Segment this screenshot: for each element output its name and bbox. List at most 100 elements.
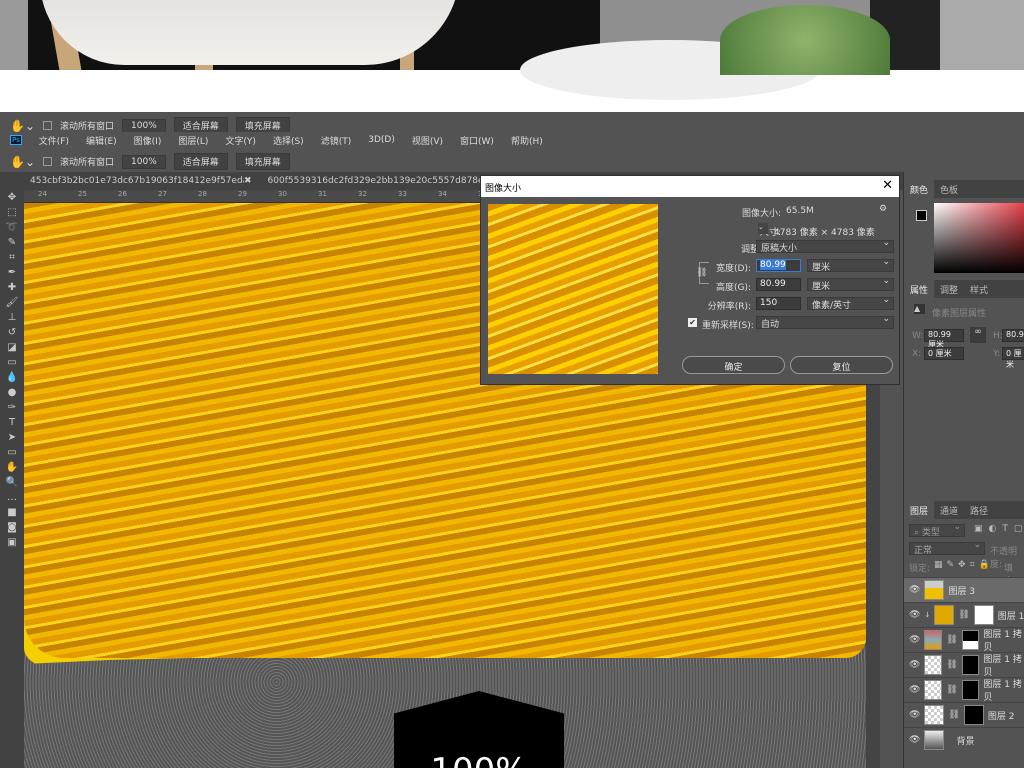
marquee-tool-icon[interactable]: ⬚ xyxy=(7,207,16,218)
link-icon[interactable]: ∞ xyxy=(970,327,986,343)
menu-file[interactable]: 文件(F) xyxy=(39,134,69,147)
resolution-unit-dropdown[interactable]: 像素/英寸 xyxy=(807,295,894,311)
menu-select[interactable]: 选择(S) xyxy=(273,134,304,147)
crop-tool-icon[interactable]: ⌗ xyxy=(9,252,15,263)
chain-icon[interactable]: ⛓ xyxy=(946,685,957,695)
lock-icons[interactable]: ▦✎✥⌗🔒 xyxy=(934,560,994,570)
menu-filter[interactable]: 滤镜(T) xyxy=(321,134,352,147)
blur-icon[interactable]: 💧 xyxy=(6,372,18,383)
tab-paths[interactable]: 路径 xyxy=(964,501,994,519)
width-input[interactable]: 80.99 xyxy=(756,259,801,272)
zoom-tool-icon[interactable]: 🔍 xyxy=(6,477,18,488)
hand-tool-icon[interactable]: ✋ xyxy=(6,462,18,473)
fit-screen-button[interactable]: 适合屏幕 xyxy=(173,153,228,170)
path-select-icon[interactable]: ➤ xyxy=(8,432,16,443)
zoom-100-button[interactable]: 100% xyxy=(122,154,166,169)
screen-mode-icon[interactable]: ▣ xyxy=(7,537,16,548)
w-input[interactable]: 80.99 厘米 xyxy=(924,329,964,349)
tab-adjustments[interactable]: 调整 xyxy=(934,280,964,298)
x-input[interactable]: 0 厘米 xyxy=(924,347,964,360)
eye-icon[interactable]: 👁 xyxy=(909,660,920,670)
pen-tool-icon[interactable]: ✑ xyxy=(8,402,16,413)
tab-channels[interactable]: 通道 xyxy=(934,501,964,519)
menu-type[interactable]: 文字(Y) xyxy=(225,134,256,147)
fill-screen-button[interactable]: 填充屏幕 xyxy=(235,153,290,170)
healing-brush-icon[interactable]: ✚ xyxy=(8,282,16,293)
menu-view[interactable]: 视图(V) xyxy=(412,134,443,147)
eye-icon[interactable]: 👁 xyxy=(909,710,920,720)
menu-edit[interactable]: 编辑(E) xyxy=(86,134,117,147)
gradient-icon[interactable]: ▭ xyxy=(7,357,16,368)
image-size-label: 图像大小: xyxy=(741,209,781,219)
dodge-icon[interactable]: ● xyxy=(8,387,17,398)
doc-tab[interactable]: 453cbf3b2bc01e73dc67b19063f18412e9f57eda… xyxy=(24,176,244,186)
chain-icon[interactable]: ⛓ xyxy=(946,635,957,645)
reset-button[interactable]: 复位 xyxy=(790,356,893,374)
eye-icon[interactable]: 👁 xyxy=(909,635,920,645)
width-unit-dropdown[interactable]: 厘米 xyxy=(807,257,894,273)
eye-icon[interactable]: 👁 xyxy=(909,735,920,745)
fit-to-dropdown[interactable]: 原稿大小 xyxy=(756,238,894,254)
layer-row[interactable]: 👁 背景 xyxy=(904,727,1024,752)
menu-image[interactable]: 图像(I) xyxy=(134,134,162,147)
chain-icon[interactable]: ⛓ xyxy=(948,710,959,720)
color-picker-field[interactable] xyxy=(934,203,1024,273)
quick-mask-icon[interactable]: ◙ xyxy=(7,522,17,533)
tab-properties[interactable]: 属性 xyxy=(904,280,935,298)
close-icon[interactable]: ✕ xyxy=(882,178,893,193)
eyedropper-icon[interactable]: ✒ xyxy=(8,267,16,278)
ok-button[interactable]: 确定 xyxy=(682,356,785,374)
layer-filter-icons[interactable]: ▣◐T▢ xyxy=(974,524,1024,534)
layer-filter-dropdown[interactable]: ⌕ 类型 xyxy=(909,522,965,538)
tab-swatches[interactable]: 色板 xyxy=(934,180,964,198)
hand-tool-icon[interactable]: ✋⌄ xyxy=(10,155,35,169)
zoom-100-button[interactable]: 100% xyxy=(122,118,166,133)
h-input[interactable]: 80.99 xyxy=(1002,329,1024,342)
eye-icon[interactable]: 👁 xyxy=(909,610,920,620)
chain-icon[interactable]: ⛓ xyxy=(958,610,969,620)
tab-layers[interactable]: 图层 xyxy=(904,501,935,519)
eye-icon[interactable]: 👁 xyxy=(909,585,920,595)
eraser-icon[interactable]: ◪ xyxy=(7,342,16,353)
menu-layer[interactable]: 图层(L) xyxy=(178,134,208,147)
eye-icon[interactable]: 👁 xyxy=(909,685,920,695)
tab-color[interactable]: 颜色 xyxy=(904,180,935,198)
doc-tab[interactable]: 600f5539316dc2fd329e2bb139e20c5557d878e0… xyxy=(262,176,482,186)
height-input[interactable]: 80.99 xyxy=(756,278,801,291)
history-brush-icon[interactable]: ↺ xyxy=(8,327,16,338)
layer-row[interactable]: 👁 ⛓ 图层 1 拷贝 xyxy=(904,627,1024,653)
menu-window[interactable]: 窗口(W) xyxy=(460,134,494,147)
hand-tool-icon[interactable]: ✋⌄ xyxy=(10,119,35,133)
gear-icon[interactable]: ⚙ xyxy=(879,204,887,214)
y-input[interactable]: 0 厘米 xyxy=(1002,347,1024,369)
resolution-input[interactable]: 150 xyxy=(756,297,801,310)
more-tools-icon[interactable]: … xyxy=(7,492,17,503)
layer-row[interactable]: 👁 ↓ ⛓ 图层 1 xyxy=(904,602,1024,627)
scroll-all-checkbox[interactable] xyxy=(43,121,52,130)
menu-3d[interactable]: 3D(D) xyxy=(368,135,395,145)
tab-styles[interactable]: 样式 xyxy=(964,280,994,298)
color-swatches-icon[interactable]: ■ xyxy=(7,507,16,518)
resample-dropdown[interactable]: 自动 xyxy=(756,314,894,330)
mask-thumbnail xyxy=(973,605,994,625)
quick-select-icon[interactable]: ✎ xyxy=(8,237,16,248)
lasso-tool-icon[interactable]: ➰ xyxy=(6,222,18,233)
layer-row[interactable]: 👁 ⛓ 图层 1 拷贝 xyxy=(904,677,1024,703)
layer-row[interactable]: 👁 ⛓ 图层 1 拷贝 xyxy=(904,652,1024,678)
blend-mode-dropdown[interactable]: 正常 xyxy=(909,540,985,556)
resample-checkbox[interactable]: ✔ xyxy=(688,318,697,327)
brush-tool-icon[interactable]: 🖌 xyxy=(6,297,19,308)
shape-tool-icon[interactable]: ▭ xyxy=(7,447,16,458)
layer-row[interactable]: 👁 ⛓ 图层 2 xyxy=(904,702,1024,727)
menu-help[interactable]: 帮助(H) xyxy=(511,134,543,147)
dimensions-dropdown-icon[interactable]: ⌄ xyxy=(758,223,768,234)
height-unit-dropdown[interactable]: 厘米 xyxy=(807,276,894,292)
layer-row[interactable]: 👁 图层 3 xyxy=(904,577,1024,602)
scroll-all-checkbox[interactable] xyxy=(43,157,52,166)
chain-icon[interactable]: ⛓ xyxy=(946,660,957,670)
type-tool-icon[interactable]: T xyxy=(9,417,15,428)
foreground-color-swatch[interactable] xyxy=(916,210,927,221)
close-tab-icon[interactable]: ✖ xyxy=(244,176,252,186)
stamp-tool-icon[interactable]: ⊥ xyxy=(8,312,17,323)
move-tool-icon[interactable]: ✥ xyxy=(8,192,16,203)
